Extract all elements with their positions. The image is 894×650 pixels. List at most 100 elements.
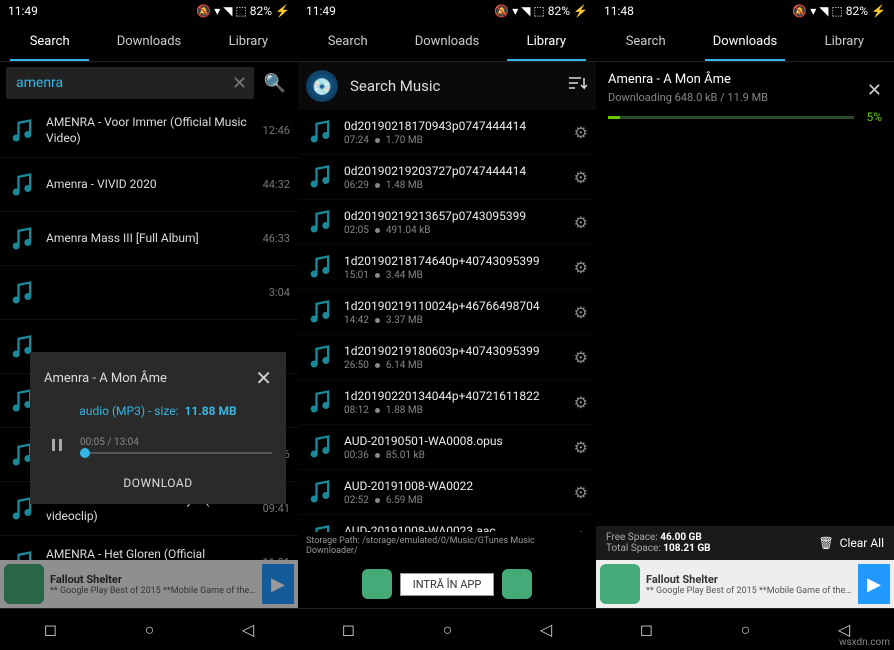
- storage-info: Free Space: 46.00 GB Total Space: 108.21…: [596, 526, 894, 560]
- clear-icon[interactable]: ✕: [228, 73, 252, 94]
- result-duration: 3:04: [269, 286, 290, 299]
- pause-button[interactable]: [44, 432, 70, 458]
- file-size: 3.37 MB: [386, 315, 423, 326]
- tab-search[interactable]: Search: [298, 22, 397, 61]
- gear-icon[interactable]: ⚙: [574, 438, 588, 457]
- result-row[interactable]: AMENRA - Voor Immer (Official Music Vide…: [0, 104, 298, 158]
- file-name: 1d20190218174640p+40743095399: [344, 254, 564, 268]
- ad-banner[interactable]: INTRĂ ÎN APP: [298, 560, 596, 608]
- music-note-icon: [306, 523, 334, 532]
- phone-downloads: 11:48 🔕 ▾ ◥ ⬚ 82% ⚡ Search Downloads Lib…: [596, 0, 894, 650]
- music-note-icon: [306, 118, 334, 146]
- tab-downloads[interactable]: Downloads: [397, 22, 496, 61]
- popup-title: Amenra - A Mon Âme: [44, 371, 167, 386]
- file-size: 6.59 MB: [386, 495, 423, 506]
- nav-back-icon[interactable]: ◻: [342, 620, 355, 639]
- tab-search[interactable]: Search: [596, 22, 695, 61]
- download-meta: Downloading 648.0 kB / 11.9 MB: [608, 91, 857, 104]
- file-duration: 02:52: [344, 495, 369, 506]
- library-row[interactable]: 0d20190219213657p074309539902:05491.04 k…: [298, 200, 596, 245]
- ad-icon: [600, 564, 640, 604]
- gear-icon[interactable]: ⚙: [574, 393, 588, 412]
- file-size: 1.48 MB: [386, 180, 423, 191]
- library-row[interactable]: 0d20190218170943p074744441407:241.70 MB⚙: [298, 110, 596, 155]
- download-title: Amenra - A Mon Âme: [608, 72, 857, 87]
- download-percent: 5%: [866, 110, 882, 124]
- result-row[interactable]: 3:04: [0, 266, 298, 320]
- gear-icon[interactable]: ⚙: [574, 123, 588, 142]
- result-duration: 44:32: [263, 178, 290, 191]
- tab-library[interactable]: Library: [497, 22, 596, 61]
- tab-downloads[interactable]: Downloads: [99, 22, 198, 61]
- watermark: wsxdn.com: [839, 637, 890, 648]
- nav-recent-icon[interactable]: ◁: [540, 620, 552, 639]
- nav-recent-icon[interactable]: ◁: [242, 620, 254, 639]
- search-row: ✕ 🔍: [0, 62, 298, 104]
- cancel-download-icon[interactable]: ✕: [867, 80, 882, 101]
- result-row[interactable]: Amenra Mass III [Full Album]46:33: [0, 212, 298, 266]
- result-row[interactable]: Amenra - VIVID 202044:32: [0, 158, 298, 212]
- gear-icon[interactable]: ⚙: [574, 303, 588, 322]
- search-input[interactable]: [6, 67, 254, 99]
- ad-arrow-icon[interactable]: ▶: [858, 564, 890, 604]
- progress-slider[interactable]: [80, 452, 272, 454]
- gear-icon[interactable]: ⚙: [574, 528, 588, 533]
- result-title: AMENRA - Het Gloren (Official Visualizer…: [46, 547, 253, 560]
- music-note-icon: [306, 298, 334, 326]
- nav-home-icon[interactable]: ○: [145, 620, 155, 640]
- nav-bar: ◻ ○ ◁: [298, 608, 596, 650]
- library-row[interactable]: AUD-20191008-WA002202:526.59 MB⚙: [298, 470, 596, 515]
- library-row[interactable]: AUD-20191008-WA0023.aac02:531.97 MB⚙: [298, 515, 596, 532]
- file-duration: 08:12: [344, 405, 369, 416]
- file-size: 85.01 kB: [386, 450, 425, 461]
- library-list: 0d20190218170943p074744441407:241.70 MB⚙…: [298, 110, 596, 532]
- sort-icon[interactable]: [568, 76, 588, 96]
- file-name: 1d20190219110024p+46766498704: [344, 299, 564, 313]
- music-note-icon: [8, 549, 36, 561]
- nav-home-icon[interactable]: ○: [443, 620, 453, 640]
- gear-icon[interactable]: ⚙: [574, 213, 588, 232]
- tab-downloads[interactable]: Downloads: [695, 22, 794, 61]
- header-title: Search Music: [338, 77, 568, 95]
- download-button[interactable]: DOWNLOAD: [44, 476, 272, 490]
- close-icon[interactable]: ✕: [255, 366, 272, 390]
- gear-icon[interactable]: ⚙: [574, 483, 588, 502]
- nav-home-icon[interactable]: ○: [741, 620, 751, 640]
- result-row[interactable]: AMENRA - Het Gloren (Official Visualizer…: [0, 536, 298, 560]
- tab-library[interactable]: Library: [795, 22, 894, 61]
- storage-path: Storage Path: /storage/emulated/0/Music/…: [298, 532, 596, 560]
- status-icons: 🔕 ▾ ◥ ⬚ 82% ⚡: [792, 4, 886, 18]
- gear-icon[interactable]: ⚙: [574, 348, 588, 367]
- nav-back-icon[interactable]: ◻: [640, 620, 653, 639]
- file-duration: 26:50: [344, 360, 369, 371]
- file-name: 0d20190219213657p0743095399: [344, 209, 564, 223]
- ad-arrow-icon[interactable]: ▶: [262, 564, 294, 604]
- nav-back-icon[interactable]: ◻: [44, 620, 57, 639]
- music-note-icon: [306, 163, 334, 191]
- status-bar: 11:49 🔕 ▾ ◥ ⬚ 82% ⚡: [0, 0, 298, 22]
- file-size: 1.88 MB: [386, 405, 423, 416]
- file-name: 0d20190218170943p0747444414: [344, 119, 564, 133]
- search-icon[interactable]: 🔍: [258, 73, 292, 94]
- status-icons: 🔕 ▾ ◥ ⬚ 82% ⚡: [494, 4, 588, 18]
- clear-all-button[interactable]: 🗑 Clear All: [818, 536, 884, 550]
- library-row[interactable]: 1d20190220134044p+4072161182208:121.88 M…: [298, 380, 596, 425]
- tab-library[interactable]: Library: [199, 22, 298, 61]
- gear-icon[interactable]: ⚙: [574, 258, 588, 277]
- tab-search[interactable]: Search: [0, 22, 99, 61]
- music-note-icon: [306, 343, 334, 371]
- ad-cta-button[interactable]: INTRĂ ÎN APP: [400, 573, 495, 596]
- library-row[interactable]: 1d20190219110024p+4676649870414:423.37 M…: [298, 290, 596, 335]
- library-header: 💿 Search Music: [298, 62, 596, 110]
- file-size: 6.14 MB: [386, 360, 423, 371]
- result-duration: 46:33: [263, 232, 290, 245]
- result-duration: 12:46: [263, 124, 290, 137]
- library-row[interactable]: 1d20190219180603p+4074309539926:506.14 M…: [298, 335, 596, 380]
- ad-banner[interactable]: Fallout Shelter ** Google Play Best of 2…: [596, 560, 894, 608]
- gear-icon[interactable]: ⚙: [574, 168, 588, 187]
- library-row[interactable]: 1d20190218174640p+4074309539915:013.44 M…: [298, 245, 596, 290]
- library-row[interactable]: 0d20190219203727p074744441406:291.48 MB⚙: [298, 155, 596, 200]
- library-row[interactable]: AUD-20190501-WA0008.opus00:3685.01 kB⚙: [298, 425, 596, 470]
- nav-bar: ◻ ○ ◁: [0, 608, 298, 650]
- ad-banner[interactable]: Fallout Shelter ** Google Play Best of 2…: [0, 560, 298, 608]
